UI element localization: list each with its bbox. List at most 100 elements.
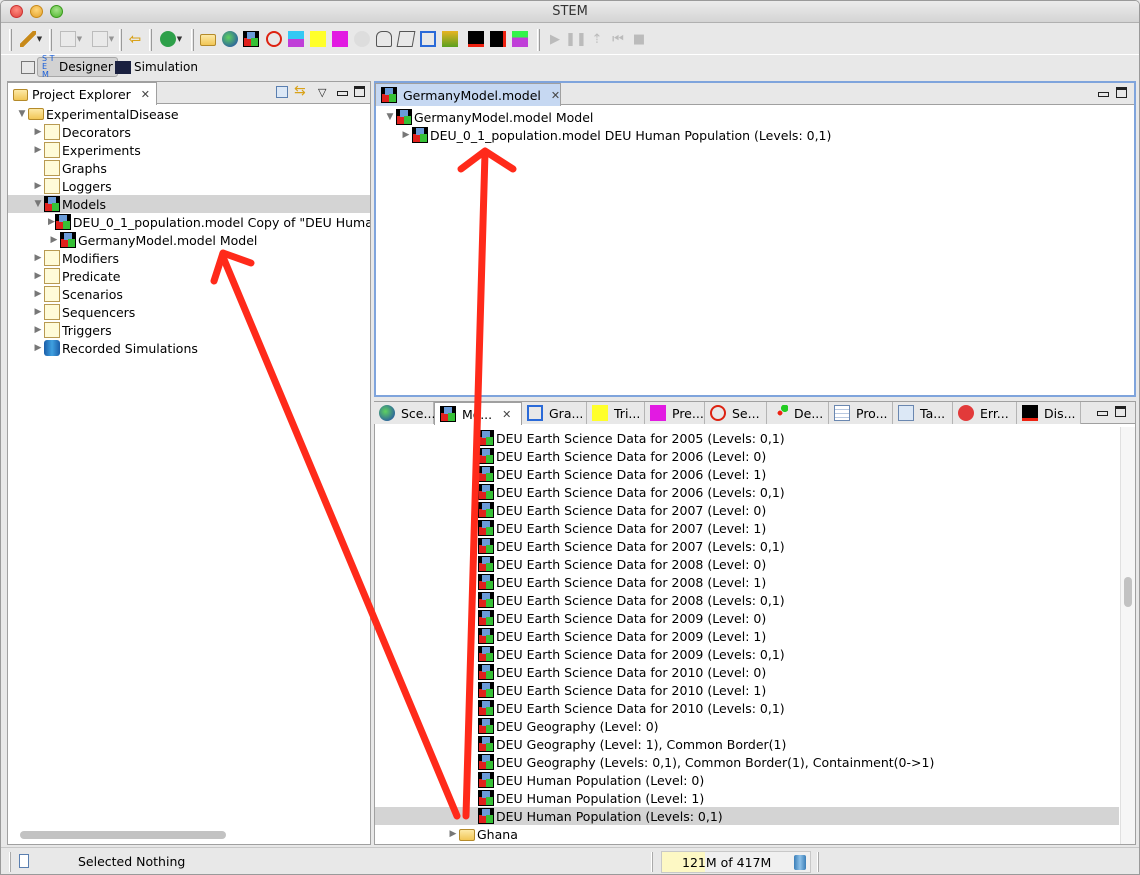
model-library-item[interactable]: DEU Earth Science Data for 2009 (Level: … <box>375 627 1119 645</box>
model-library-item[interactable]: DEU Geography (Level: 1), Common Border(… <box>375 735 1119 753</box>
run-button[interactable]: ▼ <box>157 29 185 49</box>
tab-sequencers[interactable]: Se... <box>705 402 767 424</box>
tree-item[interactable]: ▶ Scenarios <box>8 285 370 303</box>
redo-button[interactable]: ▼ <box>89 29 117 49</box>
new-experiment-button[interactable] <box>286 29 306 49</box>
model-library-item[interactable]: DEU Earth Science Data for 2006 (Levels:… <box>375 483 1119 501</box>
model-library-item[interactable]: DEU Earth Science Data for 2007 (Level: … <box>375 501 1119 519</box>
tab-project-explorer[interactable]: Project Explorer ✕ <box>7 82 157 105</box>
horizontal-scrollbar[interactable] <box>20 831 226 839</box>
new-graph-button[interactable] <box>418 29 438 49</box>
tab-decorators[interactable]: De... <box>767 402 829 424</box>
tab-error-log[interactable]: Err... <box>953 402 1017 424</box>
model-library-item[interactable]: DEU Earth Science Data for 2008 (Level: … <box>375 555 1119 573</box>
collapsed-twisty-icon[interactable]: ▶ <box>447 829 459 839</box>
collapsed-twisty-icon[interactable]: ▶ <box>32 271 44 281</box>
model-library-item[interactable]: DEU Human Population (Level: 0) <box>375 771 1119 789</box>
editor-tree-item[interactable]: ▶ DEU_0_1_population.model DEU Human Popu… <box>376 126 831 144</box>
model-library-item[interactable]: DEU Earth Science Data for 2007 (Levels:… <box>375 537 1119 555</box>
play-button[interactable]: ▶ <box>545 29 565 49</box>
collapsed-twisty-icon[interactable]: ▶ <box>32 127 44 137</box>
model-library-item[interactable]: DEU Geography (Level: 0) <box>375 717 1119 735</box>
model-library-item[interactable]: DEU Earth Science Data for 2006 (Level: … <box>375 447 1119 465</box>
maximize-view-button[interactable] <box>354 86 365 100</box>
minimize-editor-button[interactable] <box>1098 87 1109 100</box>
tree-item[interactable]: ▶ GermanyModel.model Model <box>8 231 370 249</box>
new-disease-model-button[interactable] <box>488 29 508 49</box>
tree-item[interactable]: ▶ Decorators <box>8 123 370 141</box>
model-library-item[interactable]: DEU Earth Science Data for 2010 (Level: … <box>375 663 1119 681</box>
collapsed-twisty-icon[interactable]: ▶ <box>32 343 44 353</box>
collapsed-twisty-icon[interactable]: ▶ <box>48 235 60 245</box>
collapse-all-button[interactable] <box>276 86 288 101</box>
perspective-designer[interactable]: S TE M Designer <box>37 55 118 79</box>
fast-view-icon[interactable] <box>19 854 29 868</box>
step-button[interactable]: ⇡ <box>587 29 607 49</box>
undo-button[interactable]: ▼ <box>57 29 85 49</box>
tree-item[interactable]: ▶ Triggers <box>8 321 370 339</box>
tab-graphs[interactable]: Gra... <box>522 402 587 424</box>
tree-item[interactable]: ▶ Loggers <box>8 177 370 195</box>
close-icon[interactable]: ✕ <box>551 89 560 102</box>
new-trigger-button[interactable] <box>308 29 328 49</box>
garbage-collect-icon[interactable] <box>794 855 806 870</box>
maximize-editor-button[interactable] <box>1116 87 1127 101</box>
tab-properties[interactable]: Pro... <box>829 402 893 424</box>
new-logger-button[interactable] <box>396 29 416 49</box>
tab-predicates[interactable]: Pre... <box>645 402 705 424</box>
open-perspective-button[interactable] <box>17 57 39 77</box>
model-library-item[interactable]: DEU Earth Science Data for 2005 (Levels:… <box>375 429 1119 447</box>
new-modifier-button[interactable] <box>440 29 460 49</box>
tree-item[interactable]: Graphs <box>8 159 370 177</box>
model-library-item[interactable]: DEU Human Population (Levels: 0,1) <box>375 807 1119 825</box>
collapsed-twisty-icon[interactable]: ▶ <box>400 130 412 140</box>
pause-button[interactable]: ❚❚ <box>565 29 587 49</box>
new-model-button[interactable] <box>242 29 262 49</box>
open-project-button[interactable] <box>198 29 218 49</box>
back-button[interactable]: ⇦ <box>125 29 145 49</box>
wand-button[interactable]: ▼ <box>17 29 45 49</box>
tab-germany-model[interactable]: GermanyModel.model ✕ <box>375 83 561 106</box>
vertical-scrollbar-thumb[interactable] <box>1124 577 1132 607</box>
tree-item[interactable]: ▶ Predicate <box>8 267 370 285</box>
maximize-view-button[interactable] <box>1115 406 1126 420</box>
tab-models[interactable]: Mo... ✕ <box>434 402 522 425</box>
model-library-item[interactable]: DEU Earth Science Data for 2008 (Level: … <box>375 573 1119 591</box>
model-library-item[interactable]: DEU Earth Science Data for 2009 (Levels:… <box>375 645 1119 663</box>
tree-item[interactable]: ▶ Recorded Simulations <box>8 339 370 357</box>
perspective-simulation[interactable]: Simulation <box>111 57 202 77</box>
new-sequencer-button[interactable] <box>264 29 284 49</box>
view-menu-button[interactable]: ▽ <box>318 86 326 99</box>
tab-scenarios[interactable]: Sce... <box>374 402 435 424</box>
expanded-twisty-icon[interactable]: ▼ <box>16 109 28 119</box>
expanded-twisty-icon[interactable]: ▼ <box>32 199 44 209</box>
tree-item[interactable]: ▼ Models <box>8 195 370 213</box>
new-population-model-button[interactable] <box>374 29 394 49</box>
minimize-view-button[interactable] <box>1097 406 1108 419</box>
new-experiment-a-button[interactable] <box>510 29 530 49</box>
collapsed-twisty-icon[interactable]: ▶ <box>32 325 44 335</box>
tree-item[interactable]: ▶ DEU_0_1_population.model Copy of "DEU H… <box>8 213 370 231</box>
tree-item[interactable]: ▶ Sequencers <box>8 303 370 321</box>
new-scenario-button[interactable] <box>220 29 240 49</box>
model-library-item[interactable]: DEU Geography (Levels: 0,1), Common Bord… <box>375 753 1119 771</box>
stop-button[interactable]: ■ <box>629 29 649 49</box>
model-library-item[interactable]: DEU Earth Science Data for 2009 (Level: … <box>375 609 1119 627</box>
collapsed-twisty-icon[interactable]: ▶ <box>48 217 55 227</box>
tab-diseases[interactable]: Dis... <box>1017 402 1081 424</box>
vertical-scrollbar[interactable] <box>1120 427 1135 844</box>
model-library-item[interactable]: DEU Earth Science Data for 2008 (Levels:… <box>375 591 1119 609</box>
expanded-twisty-icon[interactable]: ▼ <box>384 112 396 122</box>
new-disease-button[interactable] <box>466 29 486 49</box>
tab-triggers[interactable]: Tri... <box>587 402 645 424</box>
close-icon[interactable]: ✕ <box>141 88 150 101</box>
folder-item-ghana[interactable]: ▶ Ghana <box>375 825 518 843</box>
editor-tree-item[interactable]: ▼ GermanyModel.model Model <box>376 108 593 126</box>
collapsed-twisty-icon[interactable]: ▶ <box>32 307 44 317</box>
collapsed-twisty-icon[interactable]: ▶ <box>32 253 44 263</box>
collapsed-twisty-icon[interactable]: ▶ <box>32 145 44 155</box>
new-predicate-button[interactable] <box>330 29 350 49</box>
collapsed-twisty-icon[interactable]: ▶ <box>32 181 44 191</box>
heap-status[interactable]: 121M of 417M <box>661 851 811 873</box>
reset-button[interactable]: ⏮ <box>608 29 628 49</box>
